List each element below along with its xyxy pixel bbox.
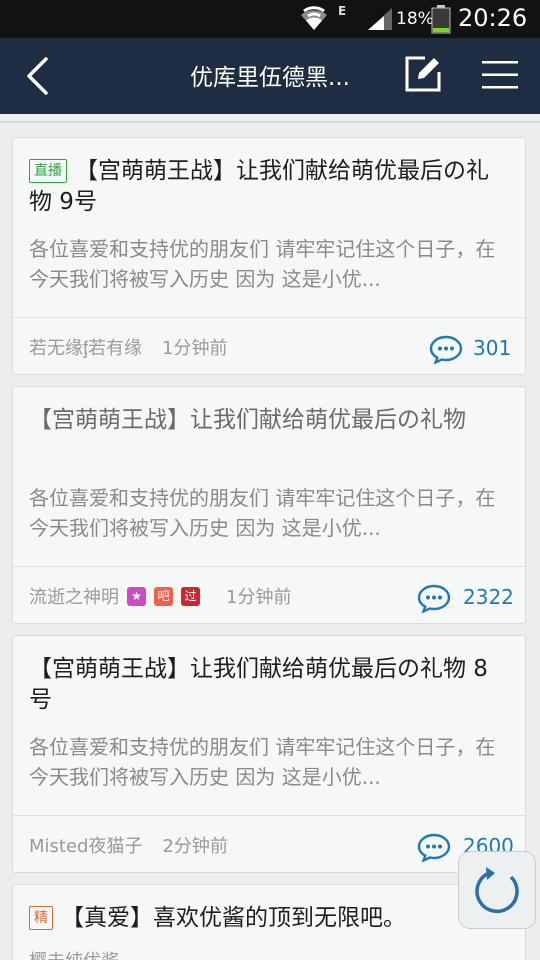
post-meta: 若无缘ᶂ若有缘 1分钟前	[29, 332, 227, 362]
post-card[interactable]: 【宫萌萌王战】让我们献给萌优最后の礼物 各位喜爱和支持优的朋友们 请牢牢记住这个…	[12, 386, 526, 624]
chevron-left-icon[interactable]	[18, 55, 58, 97]
post-meta: 流逝之神明 ★ 吧 过 1分钟前	[29, 581, 291, 611]
divider	[13, 317, 525, 318]
divider	[13, 566, 525, 567]
reply-count: 2322	[463, 585, 514, 609]
bar-badge: 吧	[154, 586, 173, 606]
post-excerpt: 各位喜爱和支持优的朋友们 请牢牢记住这个日子，在今天我们将被写入历史 因为 这是…	[29, 486, 496, 540]
post-title: 【宫萌萌王战】让我们献给萌优最后の礼物	[29, 407, 466, 433]
post-time: 1分钟前	[162, 338, 228, 359]
reply-count: 301	[473, 336, 512, 360]
refresh-button[interactable]	[458, 851, 536, 929]
pass-badge: 过	[181, 586, 200, 606]
status-bar: E 18% 20:26	[0, 0, 540, 38]
post-title-text: 【真爱】喜欢优酱的顶到无限吧。	[61, 905, 406, 931]
comment-bubble-icon	[429, 335, 463, 364]
battery-icon	[431, 5, 451, 34]
post-title: 精【真爱】喜欢优酱的顶到无限吧。	[29, 903, 509, 934]
network-type: E	[338, 4, 347, 18]
wifi-icon	[301, 6, 327, 30]
post-list: 直播 【宫萌萌王战】让我们献给萌优最后の礼物 9号 各位喜爱和支持优的朋友们 请牢…	[0, 114, 540, 960]
post-title-text: 【宫萌萌王战】让我们献给萌优最后の礼物 9号	[29, 158, 489, 215]
top-nav-bar: 优库里伍德黑...	[0, 38, 540, 114]
page-title: 优库里伍德黑...	[190, 65, 350, 91]
edit-icon[interactable]	[403, 54, 443, 94]
signal-icon	[368, 8, 392, 30]
post-time: 1分钟前	[226, 587, 292, 608]
comment-bubble-icon	[417, 833, 451, 862]
post-meta: Misted夜猫子 2分钟前	[29, 830, 228, 860]
post-card[interactable]: 精【真爱】喜欢优酱的顶到无限吧。 樱未纯优酱	[12, 884, 526, 960]
comment-bubble-icon	[417, 584, 451, 613]
clock: 20:26	[458, 4, 528, 32]
elite-tag: 精	[29, 906, 53, 930]
post-author[interactable]: Misted夜猫子	[29, 832, 142, 858]
post-excerpt: 各位喜爱和支持优的朋友们 请牢牢记住这个日子，在今天我们将被写入历史 因为 这是…	[29, 735, 496, 789]
post-meta: 樱未纯优酱	[29, 945, 119, 960]
post-author[interactable]: 若无缘ᶂ若有缘	[29, 334, 142, 360]
divider	[13, 815, 525, 816]
post-title: 【宫萌萌王战】让我们献给萌优最后の礼物 8号	[29, 656, 488, 713]
star-badge: ★	[127, 586, 146, 606]
post-author[interactable]: 流逝之神明	[29, 583, 119, 609]
post-card[interactable]: 直播 【宫萌萌王战】让我们献给萌优最后の礼物 9号 各位喜爱和支持优的朋友们 请牢…	[12, 137, 526, 375]
post-time: 2分钟前	[162, 836, 228, 857]
battery-percent: 18%	[396, 9, 434, 29]
post-title: 直播 【宫萌萌王战】让我们献给萌优最后の礼物 9号	[29, 156, 509, 218]
divider	[0, 121, 540, 123]
menu-icon[interactable]	[481, 58, 519, 92]
post-card[interactable]: 【宫萌萌王战】让我们献给萌优最后の礼物 8号 各位喜爱和支持优的朋友们 请牢牢记…	[12, 635, 526, 873]
live-tag: 直播	[29, 159, 67, 183]
post-excerpt: 各位喜爱和支持优的朋友们 请牢牢记住这个日子，在今天我们将被写入历史 因为 这是…	[29, 237, 496, 291]
post-author[interactable]: 樱未纯优酱	[29, 947, 119, 960]
refresh-icon	[475, 867, 519, 914]
